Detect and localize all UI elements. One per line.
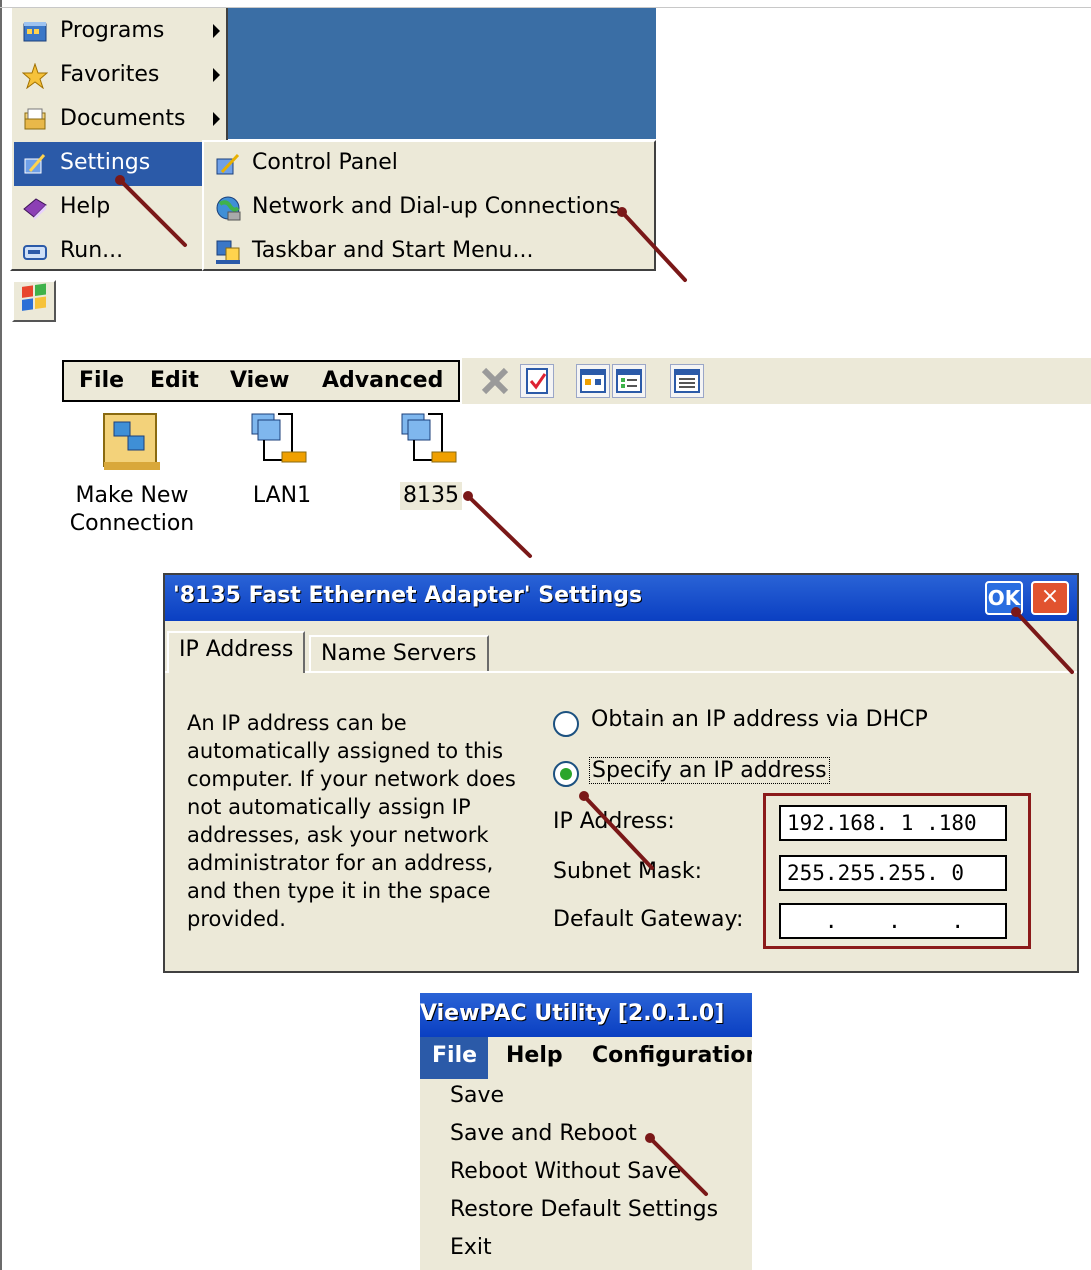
arrow-specify-ip xyxy=(582,794,654,870)
arrow-tip-8135 xyxy=(463,491,473,501)
arrow-8135 xyxy=(466,494,532,558)
arrow-tip-settings xyxy=(115,175,125,185)
annotation-arrows xyxy=(115,175,1074,1196)
arrow-save-reboot xyxy=(648,1136,708,1196)
arrow-tip-specify xyxy=(579,791,589,801)
tab-ip-address[interactable]: IP Address xyxy=(167,631,306,673)
arrow-network-connections xyxy=(620,210,687,282)
arrow-settings xyxy=(118,178,187,247)
arrow-tip-ok xyxy=(1011,607,1021,617)
arrow-tip-network xyxy=(617,207,627,217)
arrow-ok xyxy=(1014,610,1074,674)
arrow-tip-save-reboot xyxy=(645,1133,655,1143)
